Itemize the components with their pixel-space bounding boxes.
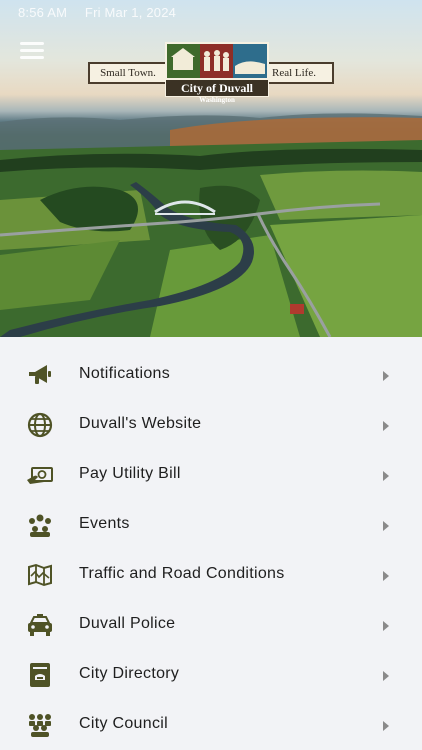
chevron-right-icon (383, 371, 389, 381)
police-car-icon (26, 611, 54, 639)
chevron-right-icon (383, 521, 389, 531)
council-icon (26, 711, 54, 739)
menu-item-events[interactable]: Events (0, 500, 422, 550)
logo-subtitle: Washington (199, 96, 235, 104)
status-date: Fri Mar 1, 2024 (84, 5, 177, 20)
chevron-right-icon (383, 421, 389, 431)
megaphone-icon (26, 361, 54, 389)
people-group-icon (26, 511, 54, 539)
menu-item-city-directory[interactable]: City Directory (0, 650, 422, 700)
status-bar: 8:56 AM Fri Mar 1, 2024 (18, 5, 190, 20)
logo-title: City of Duvall (165, 79, 269, 97)
map-icon (26, 561, 54, 589)
menu-item-label: Traffic and Road Conditions (79, 565, 285, 582)
hero-image: 8:56 AM Fri Mar 1, 2024 Small Town. Real… (0, 0, 422, 337)
logo-emblem: City of Duvall Washington (165, 42, 269, 106)
menu-item-traffic-road-conditions[interactable]: Traffic and Road Conditions (0, 550, 422, 600)
chevron-right-icon (383, 671, 389, 681)
chevron-right-icon (383, 471, 389, 481)
menu-item-label: Duvall's Website (79, 415, 202, 432)
menu-item-label: Events (79, 515, 130, 532)
menu-item-website[interactable]: Duvall's Website (0, 400, 422, 450)
menu-item-label: City Directory (79, 665, 180, 682)
menu-item-label: City Council (79, 715, 168, 732)
status-time: 8:56 AM (18, 5, 68, 20)
globe-icon (26, 411, 54, 439)
chevron-right-icon (383, 571, 389, 581)
chevron-right-icon (383, 721, 389, 731)
pay-bill-icon (26, 461, 54, 489)
city-logo: Small Town. Real Life. City of Duvall Wa… (88, 42, 334, 106)
menu-item-label: Duvall Police (79, 615, 176, 632)
menu-item-duvall-police[interactable]: Duvall Police (0, 600, 422, 650)
menu-item-label: Pay Utility Bill (79, 465, 181, 482)
chevron-right-icon (383, 621, 389, 631)
menu-item-city-council[interactable]: City Council (0, 700, 422, 750)
hamburger-menu-icon[interactable] (20, 42, 46, 60)
menu-item-notifications[interactable]: Notifications (0, 350, 422, 400)
menu-item-pay-utility-bill[interactable]: Pay Utility Bill (0, 450, 422, 500)
logo-scene-icon (165, 42, 269, 80)
phone-book-icon (26, 661, 54, 689)
logo-ribbon-left: Small Town. (88, 62, 168, 84)
menu-item-label: Notifications (79, 365, 171, 382)
main-menu-list: Notifications Duvall's Website Pay Utili… (0, 350, 422, 750)
